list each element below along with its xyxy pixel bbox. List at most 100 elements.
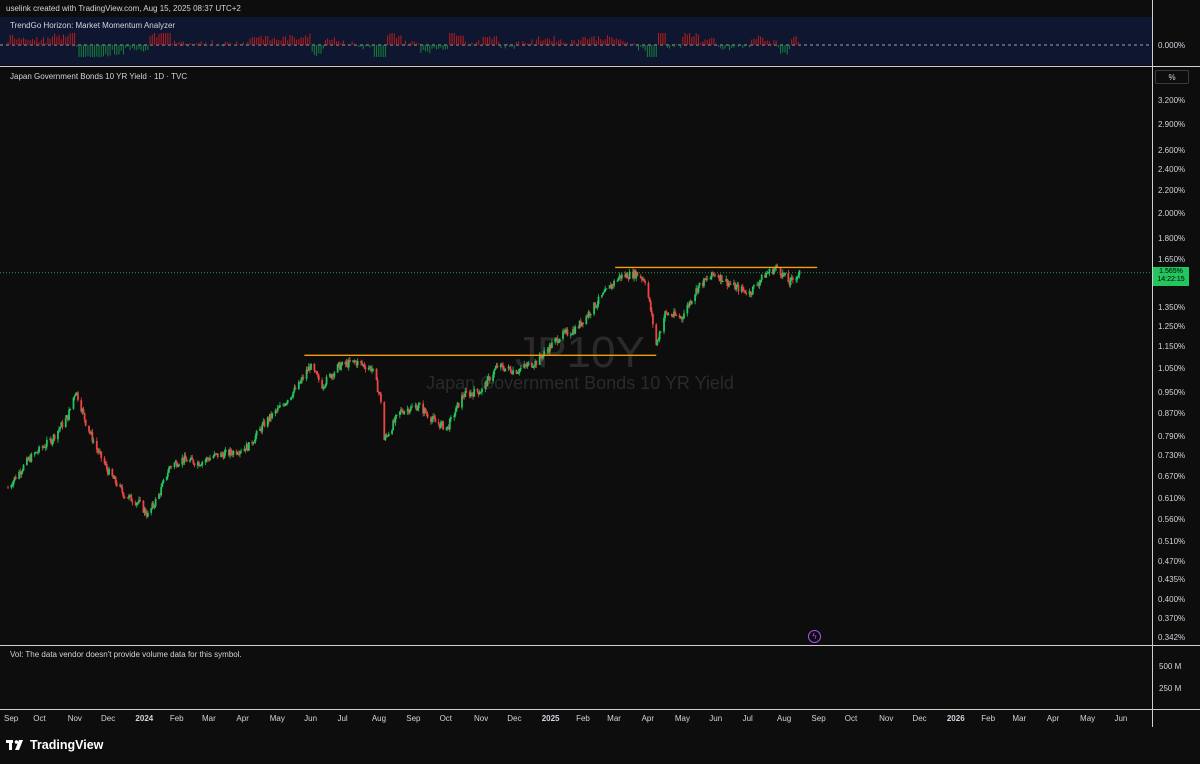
candle-down <box>737 284 740 292</box>
candle-down <box>7 487 9 489</box>
candle-down <box>193 463 196 466</box>
x-tick-label: Oct <box>844 714 858 723</box>
candle-up <box>323 386 326 388</box>
candle-countdown: 14:22:15 <box>1157 276 1185 284</box>
main-chart-pane[interactable]: JP10Y Japan Government Bonds 10 YR Yield <box>0 67 1152 645</box>
candle-up <box>336 364 339 373</box>
candle-down <box>206 457 209 460</box>
candle-up <box>254 435 257 442</box>
candle-up <box>620 274 623 279</box>
candle-down <box>376 380 379 393</box>
y-tick-label: 0.950% <box>1158 387 1186 397</box>
candle-up <box>533 366 536 368</box>
x-tick-label: Jul <box>337 714 348 723</box>
time-axis[interactable]: Sep Oct Nov Dec 2024 Feb Mar Apr May Jun Jul Aug Sep… <box>0 710 1152 726</box>
candle-up <box>596 304 599 307</box>
candle-up <box>602 292 604 296</box>
candle-up <box>57 430 59 440</box>
candle-up <box>445 427 448 430</box>
candle-up <box>160 486 163 496</box>
candle-up <box>493 370 496 375</box>
candle-up <box>72 397 75 409</box>
candle-up <box>411 406 413 408</box>
candle-up <box>657 339 660 341</box>
x-tick-label: 2024 <box>135 714 154 723</box>
candle-down <box>639 275 642 278</box>
candle-up <box>663 317 665 332</box>
candle-up <box>773 269 775 274</box>
candle-down <box>442 421 445 430</box>
x-tick-label: Aug <box>371 714 387 723</box>
candle-up <box>74 393 77 397</box>
candle-up <box>391 430 393 434</box>
y-tick-label: 1.350% <box>1158 303 1186 313</box>
x-tick-label: 2025 <box>541 714 560 723</box>
candle-up <box>453 415 456 418</box>
candle-down <box>364 367 367 370</box>
candle-up <box>449 417 452 420</box>
candle-down <box>185 459 188 462</box>
candle-down <box>471 392 473 394</box>
candle-down <box>383 402 386 441</box>
y-tick-label: 0.790% <box>1158 431 1186 441</box>
candle-down <box>476 388 479 392</box>
candle-up <box>473 388 476 397</box>
candle-down <box>665 311 668 313</box>
candle-up <box>784 273 786 276</box>
tradingview-logo-icon <box>6 740 23 750</box>
x-tick-label: Mar <box>1012 714 1027 723</box>
candle-up <box>408 410 411 413</box>
candle-down <box>317 375 320 381</box>
candle-up <box>605 288 608 290</box>
candle-up <box>37 452 39 454</box>
candle-up <box>59 427 62 430</box>
candle-up <box>153 506 156 508</box>
candle-down <box>744 290 746 293</box>
candle-up <box>292 391 295 397</box>
y-tick-label: 3.200% <box>1158 96 1186 105</box>
candle-down <box>313 363 316 371</box>
candle-down <box>508 366 511 369</box>
x-tick-label: Feb <box>576 714 590 723</box>
candle-down <box>706 278 709 280</box>
candle-down <box>729 283 732 285</box>
candle-up <box>30 454 33 462</box>
candle-up <box>367 368 370 370</box>
x-tick-label: Mar <box>202 714 216 723</box>
pane-divider-volume[interactable] <box>0 645 1200 646</box>
x-tick-label: Dec <box>507 714 522 723</box>
candle-up <box>247 442 250 451</box>
candle-up <box>558 338 561 342</box>
candle-up <box>286 399 289 403</box>
candle-down <box>647 283 650 298</box>
candle-up <box>504 368 507 372</box>
candle-down <box>152 503 155 507</box>
candle-up <box>11 484 14 486</box>
candle-up <box>310 363 312 370</box>
y-tick-label: 0.342% <box>1158 633 1186 642</box>
candle-up <box>68 409 70 421</box>
candle-down <box>302 376 305 379</box>
candle-up <box>518 368 521 373</box>
candle-up <box>395 414 398 417</box>
candle-up <box>333 372 336 377</box>
y-tick-label: 1.250% <box>1158 321 1186 331</box>
candle-up <box>21 470 24 473</box>
price-axis[interactable]: 3.200% 2.900% 2.600% 2.400% 2.200% 2.000% 1.80… <box>1152 67 1200 645</box>
candle-up <box>519 367 522 369</box>
candle-down <box>144 508 147 515</box>
candle-down <box>360 360 362 363</box>
candle-up <box>616 280 619 282</box>
lightning-icon[interactable]: ϟ <box>808 630 821 643</box>
candle-up <box>284 403 287 406</box>
candle-up <box>512 370 514 375</box>
tradingview-logo[interactable]: TradingView <box>6 738 103 752</box>
candle-up <box>481 388 483 393</box>
candle-up <box>697 285 700 293</box>
candle-up <box>212 456 215 459</box>
candle-down <box>77 392 79 401</box>
candle-down <box>426 413 429 418</box>
candle-up <box>751 286 754 294</box>
candle-up <box>760 274 763 280</box>
candle-up <box>387 433 390 437</box>
